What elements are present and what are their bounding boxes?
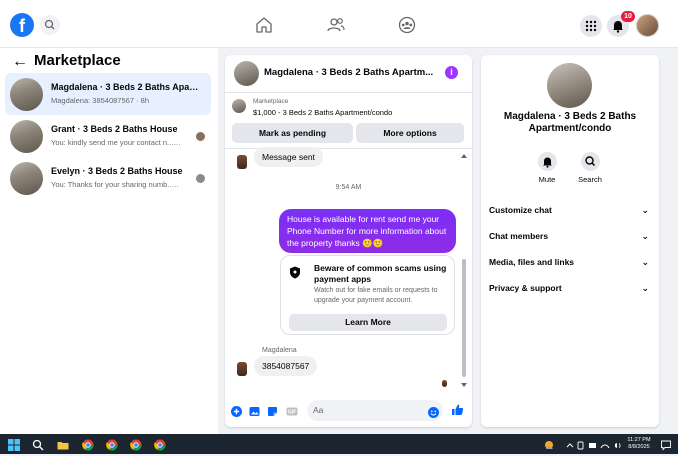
bell-icon: [537, 152, 557, 171]
clock-time: 11:27 PM: [627, 437, 651, 443]
mark-pending-button[interactable]: Mark as pending: [232, 123, 353, 143]
seen-avatar: [196, 174, 205, 183]
profile-avatar[interactable]: [636, 14, 659, 37]
listing-thumbnail: [10, 78, 43, 111]
info-icon[interactable]: i: [445, 66, 458, 79]
scroll-thumb[interactable]: [462, 259, 466, 377]
customize-chat-section[interactable]: Customize chat ⌄: [489, 205, 651, 219]
conversation-preview: You: Thanks for your sharing numb... · 2…: [51, 180, 181, 189]
sender-name: Magdalena: [262, 347, 297, 354]
chat-details-title: Magdalena · 3 Beds 2 Baths Apartment/con…: [503, 111, 637, 134]
back-arrow-icon[interactable]: ←: [12, 53, 28, 71]
chevron-down-icon: ⌄: [641, 257, 649, 267]
chat-scrollbar[interactable]: [461, 153, 467, 389]
chrome-icon[interactable]: [130, 438, 142, 451]
message-input[interactable]: Aa: [307, 400, 443, 421]
svg-text:GIF: GIF: [288, 410, 296, 416]
message-composer: GIF Aa: [225, 395, 472, 427]
clock-date: 8/8/2025: [628, 443, 650, 450]
conversation-item[interactable]: Magdalena · 3 Beds 2 Baths Apart... Magd…: [5, 73, 211, 115]
search-label: Search: [578, 175, 602, 184]
gif-icon[interactable]: GIF: [286, 404, 298, 416]
windows-taskbar: 11:27 PM 8/8/2025: [0, 434, 678, 454]
emoji-icon[interactable]: [428, 405, 439, 418]
conversation-preview: Magdalena: 3854087567 · 8h: [51, 96, 149, 105]
seen-avatar: [196, 132, 205, 141]
section-label: Media, files and links: [489, 257, 575, 267]
search-icon: [580, 152, 600, 171]
listing-photo[interactable]: [547, 63, 592, 108]
chat-window: Magdalena · 3 Beds 2 Baths Apartm... i M…: [225, 55, 472, 427]
conversation-item[interactable]: Evelyn · 3 Beds 2 Baths House You: Thank…: [5, 157, 211, 199]
chat-members-section[interactable]: Chat members ⌄: [489, 231, 651, 245]
file-explorer-icon[interactable]: [57, 438, 69, 450]
search-conversation-button[interactable]: Search: [570, 152, 610, 184]
chrome-icon[interactable]: [106, 438, 118, 451]
listing-thumbnail: [10, 162, 43, 195]
listing-banner: Marketplace $1,000 - 3 Beds 2 Baths Apar…: [225, 93, 472, 149]
listing-thumbnail: [10, 120, 43, 153]
image-icon[interactable]: [249, 404, 260, 416]
conversation-name: Magdalena · 3 Beds 2 Baths Apart...: [51, 82, 201, 92]
chevron-down-icon: ⌄: [641, 231, 649, 241]
section-label: Customize chat: [489, 205, 552, 215]
mute-button[interactable]: Mute: [527, 152, 567, 184]
plus-icon[interactable]: [231, 404, 242, 417]
listing-thumbnail: [232, 99, 246, 113]
scam-warning-card: Beware of common scams using payment app…: [280, 255, 455, 335]
scam-warning-title: Beware of common scams using payment app…: [314, 263, 447, 284]
chat-avatar[interactable]: [234, 61, 259, 86]
message-thread: Message sent 9:54 AM House is available …: [225, 147, 472, 395]
conversation-item[interactable]: Grant · 3 Beds 2 Baths House You: kindly…: [5, 115, 211, 157]
chrome-icon[interactable]: [82, 438, 94, 451]
mute-label: Mute: [538, 175, 556, 184]
chrome-icon[interactable]: [154, 438, 166, 451]
weather-icon[interactable]: [543, 438, 555, 450]
conversation-name: Grant · 3 Beds 2 Baths House: [51, 124, 178, 134]
like-icon[interactable]: [451, 403, 464, 416]
listing-description[interactable]: $1,000 - 3 Beds 2 Baths Apartment/condo: [253, 108, 392, 117]
home-icon[interactable]: [254, 15, 274, 35]
conversation-preview: You: kindly send me your contact n... · …: [51, 138, 181, 147]
section-label: Chat members: [489, 231, 549, 241]
section-label: Privacy & support: [489, 283, 562, 293]
chevron-down-icon: ⌄: [641, 205, 649, 215]
windows-start-icon[interactable]: [8, 438, 20, 451]
notification-center-icon[interactable]: [660, 438, 672, 451]
clock[interactable]: 11:27 PM 8/8/2025: [626, 437, 652, 450]
conversation-name: Evelyn · 3 Beds 2 Baths House: [51, 166, 183, 176]
system-tray-icons[interactable]: [565, 438, 625, 450]
outgoing-message: House is available for rent send me your…: [279, 209, 456, 253]
message-timestamp: 9:54 AM: [335, 184, 362, 191]
more-options-button[interactable]: More options: [356, 123, 464, 143]
privacy-support-section[interactable]: Privacy & support ⌄: [489, 283, 651, 297]
sticker-icon[interactable]: [267, 404, 278, 416]
sender-avatar: [237, 155, 247, 169]
sender-avatar: [237, 362, 247, 376]
search-icon[interactable]: [32, 438, 44, 451]
scam-warning-text: Watch out for fake emails or requests to…: [314, 287, 438, 304]
shield-icon: [289, 266, 301, 279]
chat-header: Magdalena · 3 Beds 2 Baths Apartm... i: [225, 55, 472, 93]
read-receipt-avatar: [442, 380, 447, 387]
top-navigation-bar: f 10: [0, 0, 678, 48]
page-title: Marketplace: [34, 52, 121, 69]
conversation-list-panel: ← Marketplace Magdalena · 3 Beds 2 Baths…: [0, 48, 218, 434]
chat-details-panel: Magdalena · 3 Beds 2 Baths Apartment/con…: [481, 55, 659, 427]
menu-grid-icon[interactable]: [580, 15, 602, 37]
notification-badge: 10: [621, 11, 635, 22]
incoming-message: 3854087567: [254, 356, 318, 376]
incoming-message: Message sent: [254, 147, 323, 167]
facebook-logo[interactable]: f: [10, 13, 34, 37]
listing-label: Marketplace: [253, 98, 289, 105]
groups-icon[interactable]: [397, 15, 417, 35]
chevron-down-icon: ⌄: [641, 283, 649, 293]
media-files-links-section[interactable]: Media, files and links ⌄: [489, 257, 651, 271]
search-icon[interactable]: [40, 15, 60, 35]
chat-title[interactable]: Magdalena · 3 Beds 2 Baths Apartm...: [264, 67, 436, 78]
learn-more-button[interactable]: Learn More: [289, 314, 447, 331]
friends-icon[interactable]: [326, 15, 346, 35]
